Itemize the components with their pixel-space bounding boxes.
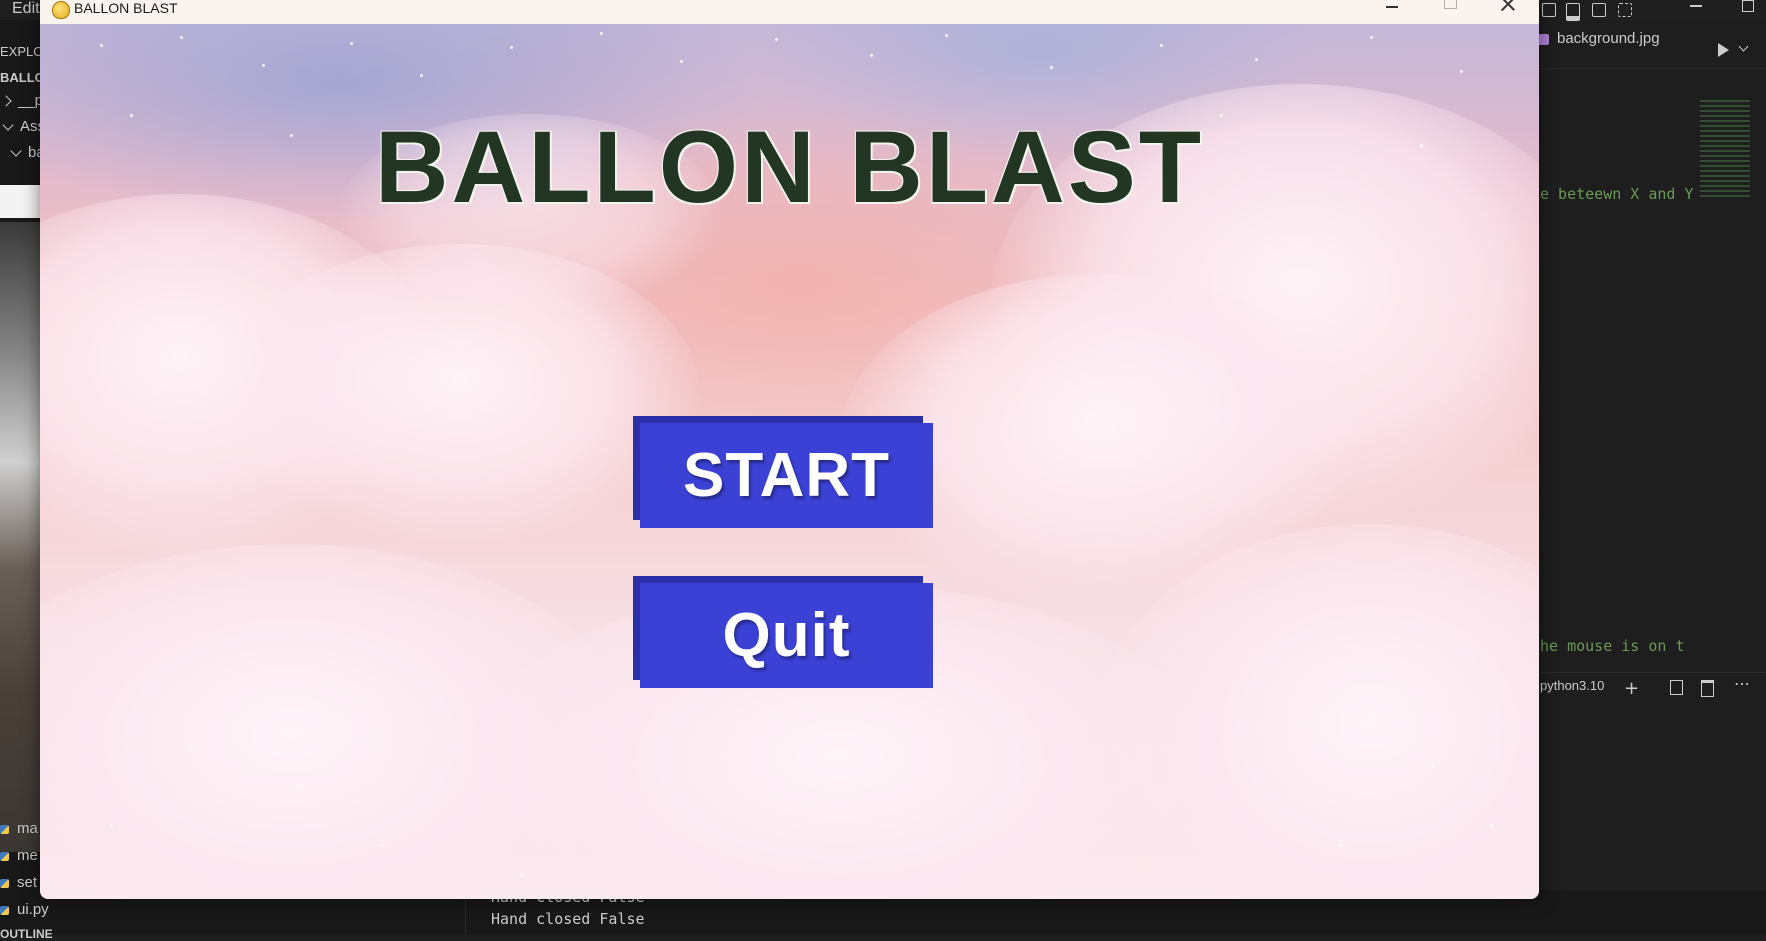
star [262,64,265,67]
window-title: BALLON BLAST [74,0,178,16]
webcam-preview [0,222,40,852]
python-file-icon [0,824,9,834]
editor-tab-background[interactable]: background.jpg [1538,30,1660,47]
star [600,32,603,35]
file-label: ui.py [17,901,49,918]
star [110,824,113,827]
terminal-profile[interactable]: python3.10 [1540,678,1604,693]
terminal-line: Hand closed False [491,910,645,928]
customize-layout-icon[interactable] [1618,3,1632,17]
file-item[interactable]: set [0,874,37,891]
star [1490,824,1493,827]
code-comment: he mouse is on t [1540,637,1685,655]
game-title-bar[interactable]: BALLON BLAST [40,0,1539,24]
star [100,44,103,47]
chevron-down-icon[interactable] [1738,41,1749,52]
python-file-icon [0,905,9,915]
star [380,844,383,847]
star [1160,44,1163,47]
close-icon[interactable] [1498,0,1518,16]
star [680,60,683,63]
menu-edit[interactable]: Edit [12,0,40,18]
star [350,42,353,45]
trash-icon[interactable] [1701,680,1714,697]
chevron-right-icon [0,95,12,107]
game-heading: BALLON BLAST [374,110,1205,224]
chevron-down-icon [10,144,22,157]
star [180,36,183,39]
python-file-icon [0,878,9,888]
code-comment: e beteewn X and Y [1540,185,1694,203]
more-actions-icon[interactable]: ⋯ [1734,674,1750,693]
python-file-icon [0,851,9,861]
editor-divider [1540,68,1766,69]
minimize-icon[interactable] [1690,5,1702,7]
game-canvas[interactable]: BALLON BLAST START Quit [40,24,1539,899]
toggle-panel-icon[interactable] [1566,3,1580,21]
start-button-label[interactable]: START [640,423,933,528]
new-terminal-icon[interactable]: + [1624,678,1639,699]
file-item[interactable]: me [0,847,38,864]
explorer-header: EXPLO [0,44,44,59]
tab-label: background.jpg [1557,30,1660,47]
panel-divider [1540,672,1766,673]
minimap[interactable] [1700,100,1750,200]
star [520,874,523,877]
split-terminal-icon[interactable] [1670,680,1683,695]
star [190,744,193,747]
outline-header[interactable]: OUTLINE [0,927,53,941]
star [1430,764,1433,767]
file-label: ma [17,820,38,837]
maximize-icon[interactable] [1742,0,1754,12]
star [420,74,423,77]
file-item[interactable]: ui.py [0,901,49,918]
star [1340,844,1343,847]
minimize-icon[interactable] [1386,6,1398,8]
star [775,38,778,41]
star [510,46,513,49]
quit-button[interactable]: Quit [633,576,933,688]
layout-controls [1536,0,1766,21]
game-window: BALLON BLAST BALLON BLAST START Quit [40,0,1539,899]
image-file-icon [1538,33,1549,45]
tree-item-pycache[interactable]: __p [0,92,43,109]
star [1255,58,1258,61]
pygame-snake-icon [52,1,70,19]
star [945,34,948,37]
toggle-sidebar-icon[interactable] [1542,3,1556,17]
run-icon[interactable] [1718,43,1729,57]
star [870,54,873,57]
star [300,784,303,787]
file-label: set [17,874,38,891]
chevron-down-icon [2,118,14,131]
project-folder-header[interactable]: BALLO [0,70,45,85]
star [1460,70,1463,73]
star [1370,36,1373,39]
toggle-secondary-sidebar-icon[interactable] [1592,3,1606,17]
file-item[interactable]: ma [0,820,38,837]
tree-item-assets[interactable]: Ass [0,118,45,135]
quit-button-label[interactable]: Quit [640,583,933,688]
maximize-icon[interactable] [1444,0,1457,9]
star [1050,66,1053,69]
file-label: me [17,847,38,864]
start-button[interactable]: START [633,416,933,528]
